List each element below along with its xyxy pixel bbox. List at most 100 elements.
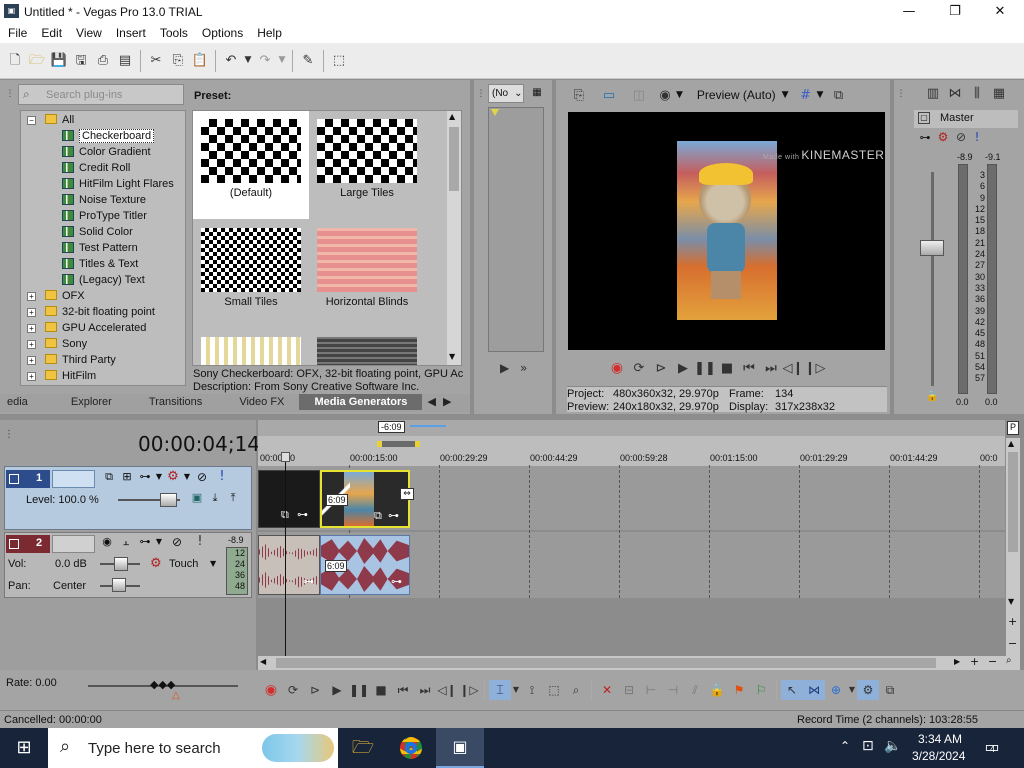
copy-snapshot-icon[interactable]: ⧉ (827, 84, 849, 106)
chevron-down-icon[interactable]: ▼ (210, 560, 216, 568)
redo-dropdown-icon[interactable]: ▼ (276, 50, 288, 72)
tab-media-generators[interactable]: Media Generators (299, 394, 423, 410)
record-icon[interactable]: ◉ (260, 680, 282, 700)
tree-item-legacy-text[interactable]: (Legacy) Text (21, 272, 185, 288)
preset-small-tiles-thumb[interactable] (201, 228, 301, 292)
marker-icon[interactable]: ⚑ (728, 680, 750, 700)
trimmer-play-icon[interactable]: ▶ (500, 362, 509, 374)
preset-large-tiles-thumb[interactable] (317, 119, 417, 183)
pan-slider-handle[interactable] (112, 578, 126, 592)
tree-item-credit-roll[interactable]: Credit Roll (21, 160, 185, 176)
tree-item-ofx[interactable]: + OFX (21, 288, 185, 304)
lock-icon[interactable]: 🔒 (926, 392, 938, 402)
zoom-edit-tool-icon[interactable]: ⌕ (565, 680, 587, 700)
split-screen-icon[interactable]: ◫ (628, 84, 650, 106)
expand-icon[interactable]: + (27, 324, 36, 333)
region-icon[interactable]: ⚐ (750, 680, 772, 700)
next-frame-icon[interactable]: ❙▷ (458, 680, 480, 700)
play-icon[interactable]: ▶ (672, 359, 694, 377)
routing-icon[interactable]: ⊶ (916, 132, 934, 143)
cut-icon[interactable]: ✂ (145, 50, 167, 72)
tab-video-fx[interactable]: Video FX (217, 394, 296, 410)
level-slider-handle[interactable] (160, 493, 177, 507)
taskbar-search-box[interactable]: ⌕ Type here to search (48, 728, 338, 768)
chevron-down-icon[interactable]: ▼ (782, 90, 789, 100)
loop-region[interactable] (378, 441, 419, 447)
redo-icon[interactable]: ↷ (254, 50, 276, 72)
chevron-down-icon[interactable]: ▼ (182, 472, 192, 481)
motion-icon[interactable]: ⊶ (136, 471, 154, 482)
go-to-end-icon[interactable]: ⏭ (414, 680, 436, 700)
undo-icon[interactable]: ↶ (220, 50, 242, 72)
tree-item-sony[interactable]: + Sony (21, 336, 185, 352)
solo-icon[interactable]: ! (212, 470, 232, 483)
external-monitor-icon[interactable]: ▭ (598, 84, 620, 106)
preset-default-thumb[interactable] (201, 119, 301, 183)
pan-crop-icon[interactable]: ⧉ (374, 510, 382, 521)
timecode-display[interactable]: 00:00:04;14 (138, 432, 260, 456)
tree-item-third-party[interactable]: + Third Party (21, 352, 185, 368)
tab-project-media[interactable]: edia (0, 394, 40, 410)
expand-icon[interactable]: + (27, 292, 36, 301)
undo-dropdown-icon[interactable]: ▼ (242, 50, 254, 72)
zoom-in-horizontal-icon[interactable]: + (970, 656, 979, 667)
save-as-icon[interactable]: 🖫 (70, 50, 92, 72)
meter-options-icon[interactable]: ▦ (988, 82, 1010, 104)
timeline-horizontal-scrollbar[interactable]: ◀ ▶ + − ⌕ (258, 656, 1020, 670)
scroll-up-icon[interactable]: ▲ (1008, 440, 1014, 448)
overlays-icon[interactable]: # (795, 84, 817, 106)
pause-icon[interactable]: ❚❚ (348, 680, 370, 700)
rate-slider-handle[interactable]: ◆◆◆ (150, 679, 175, 690)
trimmer-more-icon[interactable]: » (520, 362, 527, 374)
tree-item-hitfilm[interactable]: + HitFilm (21, 368, 185, 384)
tree-item-protype-titler[interactable]: ProType Titler (21, 208, 185, 224)
zoom-tool-icon[interactable]: ⌕ (1006, 656, 1012, 666)
menu-file[interactable]: File (1, 23, 34, 43)
track-expand-icon[interactable] (9, 474, 19, 484)
scroll-right-icon[interactable]: ▶ (954, 658, 960, 666)
preview-properties-icon[interactable]: ⎘ (568, 84, 590, 106)
snapping-icon[interactable]: ↖ (781, 680, 803, 700)
scroll-down-icon[interactable]: ▼ (449, 353, 455, 361)
scroll-thumb[interactable] (276, 658, 936, 668)
lock-envelopes-icon[interactable]: ⚙ (857, 680, 879, 700)
go-to-start-icon[interactable]: ⏮ (392, 680, 414, 700)
loop-icon[interactable]: ⟳ (282, 680, 304, 700)
preset-scrollbar[interactable]: ▲ ▼ (447, 111, 461, 365)
go-to-start-icon[interactable]: ⏮ (738, 359, 760, 377)
loop-region-bar[interactable] (258, 420, 1005, 436)
invert-phase-icon[interactable]: ⫠ (116, 536, 136, 547)
mute-icon[interactable]: ⊘ (192, 471, 212, 483)
trimmer-area[interactable] (488, 107, 544, 352)
audio-clip-2[interactable]: 6:09 ⊶ (320, 535, 410, 595)
tree-item-32bit[interactable]: +32-bit floating point (21, 304, 185, 320)
event-fx-icon[interactable]: ⊶ (391, 576, 402, 587)
snapshot-icon[interactable]: ▣ (188, 492, 206, 503)
auto-crossfade-icon[interactable]: ⋈ (803, 680, 825, 700)
record-icon[interactable]: ◉ (606, 359, 628, 377)
composite-mode-icon[interactable]: ⧉ (100, 471, 118, 482)
solo-icon[interactable]: ! (190, 535, 210, 548)
zoom-out-vertical-icon[interactable]: − (1008, 638, 1017, 649)
previous-frame-icon[interactable]: ◁❙ (436, 680, 458, 700)
expand-icon[interactable]: + (27, 308, 36, 317)
move-down-icon[interactable]: ⤓ (206, 492, 224, 503)
new-icon[interactable]: 🗋 (4, 50, 26, 72)
minimize-button[interactable]: — (886, 0, 932, 23)
play-icon[interactable]: ▶ (326, 680, 348, 700)
envelope-tool-icon[interactable]: ⟟ (521, 680, 543, 700)
event-fx-icon[interactable]: ⊶ (297, 509, 308, 520)
video-fx-icon[interactable]: ◉ (654, 84, 676, 106)
show-hidden-icons[interactable]: ⌃ (840, 740, 850, 752)
automation-mode-label[interactable]: Touch (169, 558, 198, 570)
tree-item-noise-texture[interactable]: Noise Texture (21, 192, 185, 208)
volume-icon[interactable]: 🔈 (884, 739, 901, 753)
mute-icon[interactable]: ⊘ (164, 536, 190, 548)
properties-icon[interactable]: ▤ (114, 50, 136, 72)
menu-edit[interactable]: Edit (34, 23, 69, 43)
mute-icon[interactable]: ⊘ (952, 131, 970, 143)
vegas-taskbar-icon[interactable]: ▣ (436, 728, 484, 768)
tab-explorer[interactable]: Explorer (43, 394, 124, 410)
timeline-vertical-scrollbar[interactable]: ▲ ▼ + − (1006, 438, 1020, 658)
solo-icon[interactable]: ! (970, 131, 984, 143)
